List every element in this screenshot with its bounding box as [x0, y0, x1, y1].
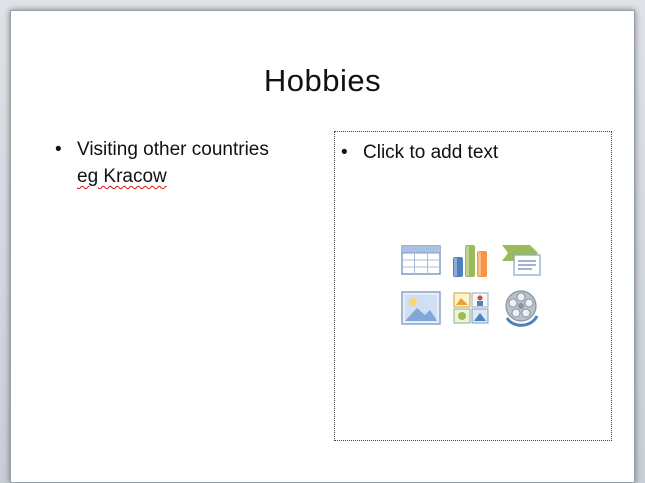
content-placeholder-left[interactable]: • Visiting other countries eg Kracow [51, 136, 311, 190]
click-to-add-text-prompt[interactable]: Click to add text [363, 139, 498, 166]
bullet-text[interactable]: Visiting other countries eg Kracow [77, 136, 269, 190]
bullet-marker: • [55, 139, 62, 160]
insert-smartart-icon[interactable] [499, 238, 543, 282]
content-placeholder-right[interactable]: • Click to add text [334, 131, 612, 441]
insert-media-clip-icon[interactable] [499, 286, 543, 330]
slide-canvas[interactable]: Hobbies • Visiting other countries eg Kr… [10, 10, 635, 483]
bullet-item: • Click to add text [337, 139, 611, 166]
bullet-item: • Visiting other countries eg Kracow [51, 136, 311, 190]
insert-content-icons [399, 238, 549, 330]
insert-table-icon[interactable] [399, 238, 443, 282]
slide-title[interactable]: Hobbies [11, 63, 634, 99]
insert-clip-art-icon[interactable] [449, 286, 493, 330]
bullet-text-line1: Visiting other countries [77, 139, 269, 160]
misspelled-text[interactable]: eg Kracow [77, 166, 167, 187]
bullet-marker: • [341, 142, 348, 163]
insert-picture-icon[interactable] [399, 286, 443, 330]
insert-chart-icon[interactable] [449, 238, 493, 282]
